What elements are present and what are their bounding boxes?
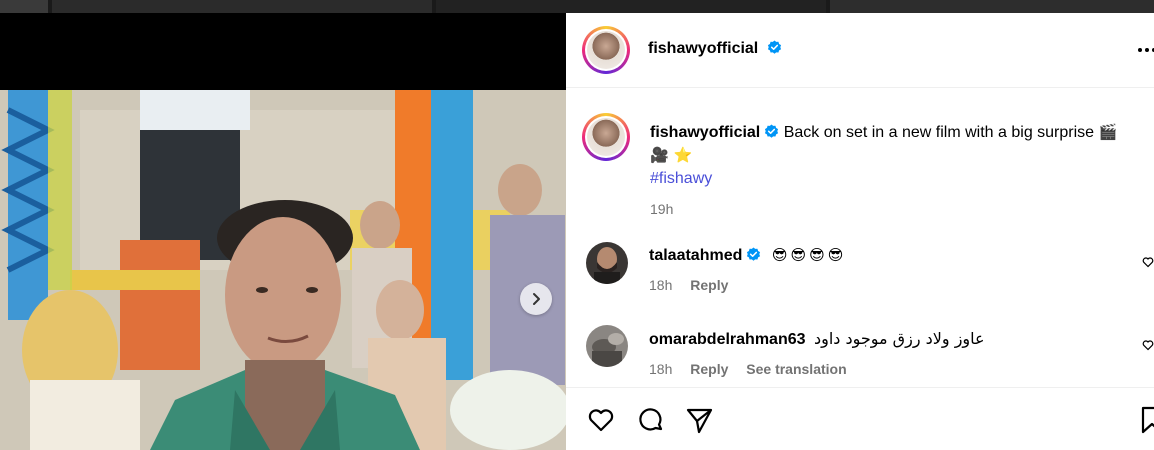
author-username[interactable]: fishawyofficial [648,40,758,57]
comment-meta: 18h Reply See translation [649,361,861,377]
heart-icon[interactable] [586,405,616,435]
author-avatar[interactable] [582,26,630,74]
comment-time: 18h [649,361,673,377]
more-dots-icon[interactable] [1136,39,1154,61]
post-time: 19h [650,201,674,217]
comment-reply-button[interactable]: Reply [690,277,728,293]
post-media [0,13,566,450]
comment-text: 😎😎😎😎 [771,246,847,264]
comment-text: عاوز ولاد رزق موجود داود [813,329,985,348]
commenter-avatar[interactable] [586,242,628,284]
comment-reply-button[interactable]: Reply [690,361,728,377]
bookmark-icon[interactable] [1140,405,1154,435]
caption-emoji-line2: 🎥 ⭐ [650,146,693,164]
post-header: fishawyofficial [566,13,1154,88]
caption-text: fishawyofficial Back on set in a new fil… [650,121,1154,221]
caption-body: Back on set in a new film with a big sur… [783,124,1095,141]
comment-body: omarabdelrahman63 عاوز ولاد رزق موجود دا… [649,329,1139,349]
comment-like-heart-icon[interactable] [1142,339,1154,351]
send-icon[interactable] [684,405,714,435]
post-side-panel: fishawyofficial fishawyofficial Back on … [566,13,1154,450]
caption-author-avatar[interactable] [582,113,630,161]
see-translation-button[interactable]: See translation [746,361,846,377]
comment-meta: 18h Reply [649,277,742,293]
post-photo [0,90,566,450]
background-feed-strip [0,0,1154,13]
actions-divider [566,387,1154,388]
comment-username[interactable]: talaatahmed [649,247,742,264]
carousel-next-button[interactable] [520,283,552,315]
chevron-right-icon [533,293,540,305]
commenter-avatar[interactable] [586,325,628,367]
comment-body: talaatahmed 😎😎😎😎 [649,246,1139,265]
caption-emoji-clapper: 🎬 [1098,123,1118,141]
comment-username[interactable]: omarabdelrahman63 [649,331,806,348]
caption-username[interactable]: fishawyofficial [650,124,760,141]
comment-time: 18h [649,277,673,293]
verified-badge-icon [765,124,779,138]
comment-like-heart-icon[interactable] [1142,256,1154,268]
caption-hashtag[interactable]: #fishawy [650,170,712,187]
comment-icon[interactable] [636,405,666,435]
verified-badge-icon [767,40,781,54]
verified-badge-icon [747,247,761,261]
photo-scene [0,90,566,450]
